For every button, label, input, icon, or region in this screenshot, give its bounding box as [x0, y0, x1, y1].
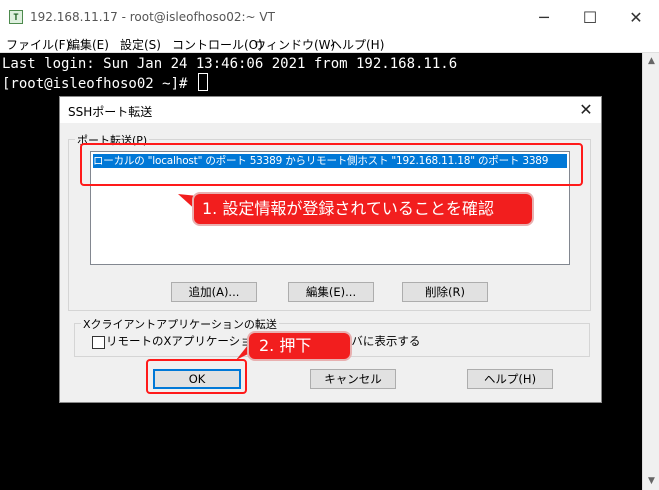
terminal-cursor	[197, 73, 208, 91]
close-icon: ✕	[579, 100, 593, 119]
terminal-scrollbar[interactable]: ▲ ▼	[642, 53, 659, 490]
dialog-title: SSHポート転送	[68, 105, 153, 119]
teraterm-app-icon: T	[9, 10, 23, 24]
scroll-down-arrow-icon[interactable]: ▼	[643, 473, 659, 490]
menu-settings[interactable]: 設定(S)	[120, 36, 161, 53]
minimize-icon: ─	[539, 7, 549, 27]
dialog-titlebar: SSHポート転送 ✕	[60, 97, 601, 123]
menu-bar: ファイル(F) 編集(E) 設定(S) コントロール(O) ウィンドウ(W) ヘ…	[0, 34, 659, 53]
add-button[interactable]: 追加(A)...	[171, 282, 257, 302]
maximize-icon: ☐	[582, 7, 598, 27]
cancel-button[interactable]: キャンセル	[310, 369, 396, 389]
window-titlebar: T 192.168.11.17 - root@isleofhoso02:~ VT…	[0, 0, 659, 34]
minimize-button[interactable]: ─	[521, 0, 567, 34]
list-highlight-box	[80, 143, 583, 186]
prompt-text: [root@isleofhoso02 ~]#	[2, 76, 196, 92]
maximize-button[interactable]: ☐	[567, 0, 613, 34]
scroll-up-arrow-icon[interactable]: ▲	[643, 53, 659, 70]
close-button[interactable]: ✕	[613, 0, 659, 34]
callout-confirm-registration: 1. 設定情報が登録されていることを確認	[192, 192, 534, 226]
menu-help[interactable]: ヘルプ(H)	[330, 36, 384, 53]
callout-press: 2. 押下	[247, 331, 352, 361]
menu-edit[interactable]: 編集(E)	[68, 36, 109, 53]
menu-file[interactable]: ファイル(F)	[6, 36, 70, 53]
menu-window[interactable]: ウィンドウ(W)	[254, 36, 335, 53]
menu-control[interactable]: コントロール(O)	[172, 36, 263, 53]
edit-button[interactable]: 編集(E)...	[288, 282, 374, 302]
delete-button[interactable]: 削除(R)	[402, 282, 488, 302]
terminal-line-login: Last login: Sun Jan 24 13:46:06 2021 fro…	[2, 56, 458, 72]
x-forward-group-label: Xクライアントアプリケーションの転送	[81, 316, 279, 332]
close-icon: ✕	[629, 7, 643, 27]
window-title: 192.168.11.17 - root@isleofhoso02:~ VT	[30, 10, 275, 24]
terminal-line-prompt: [root@isleofhoso02 ~]#	[2, 73, 208, 92]
ok-highlight-box	[146, 359, 247, 394]
help-button[interactable]: ヘルプ(H)	[467, 369, 553, 389]
x-forward-checkbox[interactable]	[92, 336, 105, 349]
dialog-close-button[interactable]: ✕	[571, 97, 601, 123]
